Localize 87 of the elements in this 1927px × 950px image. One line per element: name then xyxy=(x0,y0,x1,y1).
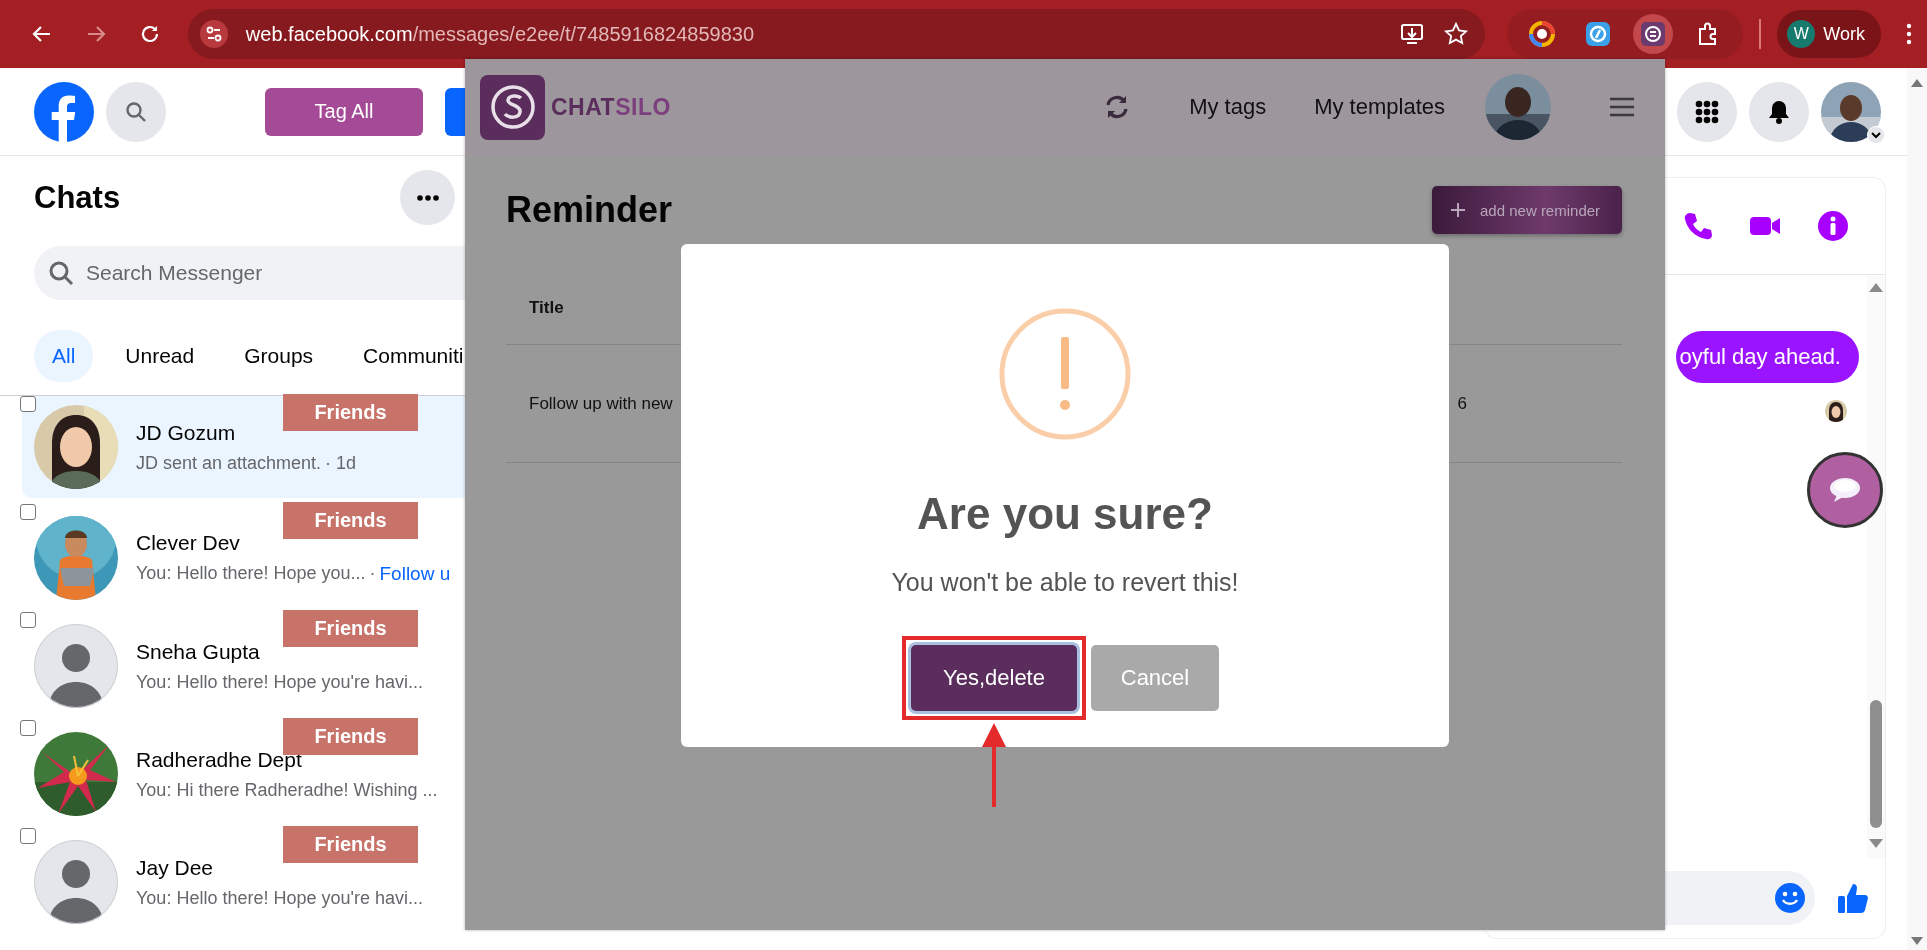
conversation-item[interactable]: Friends Radheradhe Dept You: Hi there Radheradhe! Wishing ... xyxy=(22,720,465,828)
search-icon xyxy=(125,100,147,123)
conversation-item[interactable]: Friends JD Gozum JD sent an attachment. · 1d xyxy=(22,396,465,498)
tag-label: Friends xyxy=(283,718,418,755)
checkbox[interactable] xyxy=(20,828,36,844)
scroll-down-icon[interactable] xyxy=(1868,838,1884,850)
page-scrollbar[interactable] xyxy=(1907,68,1927,950)
star-icon[interactable] xyxy=(1443,21,1470,47)
nav-link[interactable]: My tags xyxy=(1189,94,1267,120)
info-icon[interactable] xyxy=(1817,210,1849,242)
extension-icon[interactable] xyxy=(1585,21,1612,47)
add-reminder-button[interactable]: add new reminder xyxy=(1432,186,1622,234)
phone-icon[interactable] xyxy=(1683,211,1713,241)
menu-icon[interactable] xyxy=(1905,22,1913,46)
message-preview: You: Hello there! Hope you... xyxy=(136,563,366,585)
thumbs-up-icon[interactable] xyxy=(1837,882,1869,914)
emoji-icon[interactable] xyxy=(1775,883,1805,913)
checkbox[interactable] xyxy=(20,504,36,520)
filter-tab[interactable]: Groups xyxy=(226,330,332,382)
speech-bubble-icon xyxy=(1828,476,1862,504)
chat-logo-icon xyxy=(1641,22,1666,46)
profile-name: Work xyxy=(1823,23,1865,45)
message-preview: You: Hello there! Hope you're havi... xyxy=(136,671,423,693)
scroll-up-icon[interactable] xyxy=(1868,281,1884,293)
table-cell: Follow up with new xyxy=(529,393,673,414)
chats-title: Chats xyxy=(34,179,121,216)
message-time: · xyxy=(369,563,376,585)
brand-name: CHATSILO xyxy=(551,93,671,121)
profile-initial: W xyxy=(1787,20,1816,48)
scroll-down-icon[interactable] xyxy=(1910,936,1924,946)
extension-icon[interactable] xyxy=(1529,21,1556,47)
partial-button[interactable] xyxy=(445,87,465,136)
plus-icon xyxy=(1450,202,1466,218)
message-bubble: oyful day ahead. xyxy=(1675,331,1859,383)
facebook-logo-icon[interactable] xyxy=(34,81,94,142)
site-settings-icon[interactable] xyxy=(199,20,228,48)
scrollbar-thumb[interactable] xyxy=(1870,700,1882,828)
dropdown-badge-icon[interactable] xyxy=(1867,125,1885,144)
bell-icon xyxy=(1768,99,1790,124)
url-path: /messages/e2ee/t/7485916824859830 xyxy=(412,22,755,45)
filter-tab[interactable]: Unread xyxy=(107,330,213,382)
filter-tab[interactable]: Communiti xyxy=(345,330,465,382)
follow-up-link[interactable]: Follow u xyxy=(379,563,451,585)
profile-button[interactable]: W Work xyxy=(1777,10,1881,58)
extension-button[interactable] xyxy=(1633,14,1674,54)
tag-label: Friends xyxy=(283,502,418,539)
tag-label: Friends xyxy=(283,826,418,863)
message-field[interactable] xyxy=(1665,871,1815,925)
tag-label: Friends xyxy=(283,394,418,431)
table-cell: 6 xyxy=(1457,393,1467,414)
checkbox[interactable] xyxy=(20,720,36,736)
dialog-title: Are you sure? xyxy=(917,489,1213,539)
page-title: Reminder xyxy=(506,189,673,231)
message-preview: You: Hello there! Hope you're havi... xyxy=(136,887,423,909)
tag-label: Friends xyxy=(283,610,418,647)
contact-name: Clever Dev xyxy=(136,531,241,555)
search-icon xyxy=(48,260,74,286)
message-time: · 1d xyxy=(325,452,357,474)
nav-link[interactable]: My templates xyxy=(1314,94,1445,120)
contact-name: JD Gozum xyxy=(136,420,237,445)
video-icon[interactable] xyxy=(1749,214,1781,238)
address-bar[interactable]: web.facebook.com/messages/e2ee/t/7485916824859830 xyxy=(187,9,1486,59)
grid-icon xyxy=(1695,99,1719,124)
conversation-item[interactable]: Friends Clever Dev You: Hello there! Hope you... · Follow u xyxy=(22,504,465,612)
conversation-item[interactable]: Friends Jay Dee You: Hello there! Hope you're havi... xyxy=(22,828,465,936)
scroll-up-icon[interactable] xyxy=(1910,78,1924,88)
install-icon[interactable] xyxy=(1399,21,1426,47)
logo-tile[interactable] xyxy=(480,74,545,140)
checkbox[interactable] xyxy=(20,612,36,628)
search-field[interactable]: Search Messenger xyxy=(34,246,465,300)
warning-icon xyxy=(998,307,1132,441)
url-host: web.facebook.com xyxy=(245,22,413,45)
confirm-button[interactable]: Yes,delete xyxy=(911,645,1077,711)
column-header: Title xyxy=(529,297,564,318)
filter-tab[interactable]: All xyxy=(34,330,94,382)
menu-icon[interactable] xyxy=(1609,97,1635,117)
conversation-item[interactable]: Friends Sneha Gupta You: Hello there! Hope you're havi... xyxy=(22,612,465,720)
scrollbar[interactable] xyxy=(1867,275,1885,858)
logo-icon xyxy=(488,83,537,131)
contact-name: Jay Dee xyxy=(136,855,215,880)
tag-all-button[interactable]: Tag All xyxy=(265,87,423,136)
checkbox[interactable] xyxy=(20,396,36,412)
message-preview: JD sent an attachment. xyxy=(136,452,322,474)
more-icon xyxy=(416,194,439,201)
dialog-message: You won't be able to revert this! xyxy=(891,568,1239,597)
message-preview: You: Hi there Radheradhe! Wishing ... xyxy=(136,779,438,801)
contact-name: Sneha Gupta xyxy=(136,639,261,664)
